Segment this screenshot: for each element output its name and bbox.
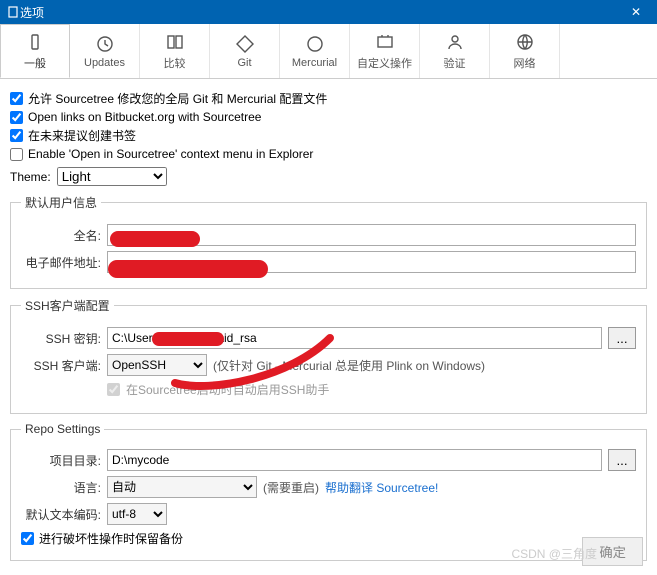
app-icon xyxy=(6,5,20,19)
help-translate-link[interactable]: 帮助翻译 Sourcetree! xyxy=(325,479,438,496)
repo-dir-input[interactable] xyxy=(107,449,602,471)
mercurial-icon xyxy=(305,34,325,54)
ssh-client-label: SSH 客户端: xyxy=(21,357,101,374)
backup-check[interactable] xyxy=(21,532,34,545)
window-title: 选项 xyxy=(20,4,621,21)
lang-label: 语言: xyxy=(21,479,101,496)
lang-select[interactable]: 自动 xyxy=(107,476,257,498)
repo-legend: Repo Settings xyxy=(21,422,104,436)
repo-dir-label: 项目目录: xyxy=(21,452,101,469)
ssh-legend: SSH客户端配置 xyxy=(21,297,114,314)
titlebar: 选项 ✕ xyxy=(0,0,657,24)
tab-git[interactable]: Git xyxy=(210,24,280,78)
check-suggest-bookmark[interactable] xyxy=(10,129,23,142)
git-icon xyxy=(235,34,255,54)
ssh-auto-label: 在Sourcetree启动时自动启用SSH助手 xyxy=(126,381,329,398)
check-open-links[interactable] xyxy=(10,111,23,124)
diff-icon xyxy=(165,32,185,52)
tab-auth[interactable]: 验证 xyxy=(420,24,490,78)
close-icon[interactable]: ✕ xyxy=(621,5,651,19)
updates-icon xyxy=(95,34,115,54)
ssh-key-label: SSH 密钥: xyxy=(21,330,101,347)
tabstrip: 一般 Updates 比较 Git Mercurial 自定义操作 验证 网络 xyxy=(0,24,657,79)
encoding-label: 默认文本编码: xyxy=(21,506,101,523)
repo-fieldset: Repo Settings 项目目录:... 语言: 自动 (需要重启) 帮助翻译 … xyxy=(10,422,647,561)
theme-label: Theme: xyxy=(10,170,51,184)
email-input[interactable] xyxy=(107,251,636,273)
tab-network[interactable]: 网络 xyxy=(490,24,560,78)
ssh-key-browse-button[interactable]: ... xyxy=(608,327,636,349)
network-icon xyxy=(515,32,535,52)
tab-general[interactable]: 一般 xyxy=(0,24,70,78)
tab-updates[interactable]: Updates xyxy=(70,24,140,78)
ssh-auto-check xyxy=(107,383,120,396)
custom-icon xyxy=(375,32,395,52)
fullname-label: 全名: xyxy=(21,227,101,244)
general-icon xyxy=(25,32,45,52)
tab-mercurial[interactable]: Mercurial xyxy=(280,24,350,78)
fullname-input[interactable] xyxy=(107,224,636,246)
ssh-client-select[interactable]: OpenSSH xyxy=(107,354,207,376)
repo-dir-browse-button[interactable]: ... xyxy=(608,449,636,471)
restart-hint: (需要重启) xyxy=(263,479,319,496)
auth-icon xyxy=(445,32,465,52)
watermark: CSDN @三角度 xyxy=(511,545,597,562)
encoding-select[interactable]: utf-8 xyxy=(107,503,167,525)
tab-diff[interactable]: 比较 xyxy=(140,24,210,78)
check-allow-modify[interactable] xyxy=(10,92,23,105)
user-legend: 默认用户信息 xyxy=(21,194,101,211)
email-label: 电子邮件地址: xyxy=(21,254,101,271)
theme-select[interactable]: Light xyxy=(57,167,167,186)
content-pane: 允许 Sourcetree 修改您的全局 Git 和 Mercurial 配置文… xyxy=(0,79,657,575)
ssh-fieldset: SSH客户端配置 SSH 密钥:... SSH 客户端: OpenSSH (仅针对 … xyxy=(10,297,647,414)
ssh-key-input[interactable] xyxy=(107,327,602,349)
tab-custom[interactable]: 自定义操作 xyxy=(350,24,420,78)
user-fieldset: 默认用户信息 全名: 电子邮件地址: xyxy=(10,194,647,289)
check-context-menu[interactable] xyxy=(10,148,23,161)
ssh-hint: (仅针对 Git - Mercurial 总是使用 Plink on Windo… xyxy=(213,357,485,374)
